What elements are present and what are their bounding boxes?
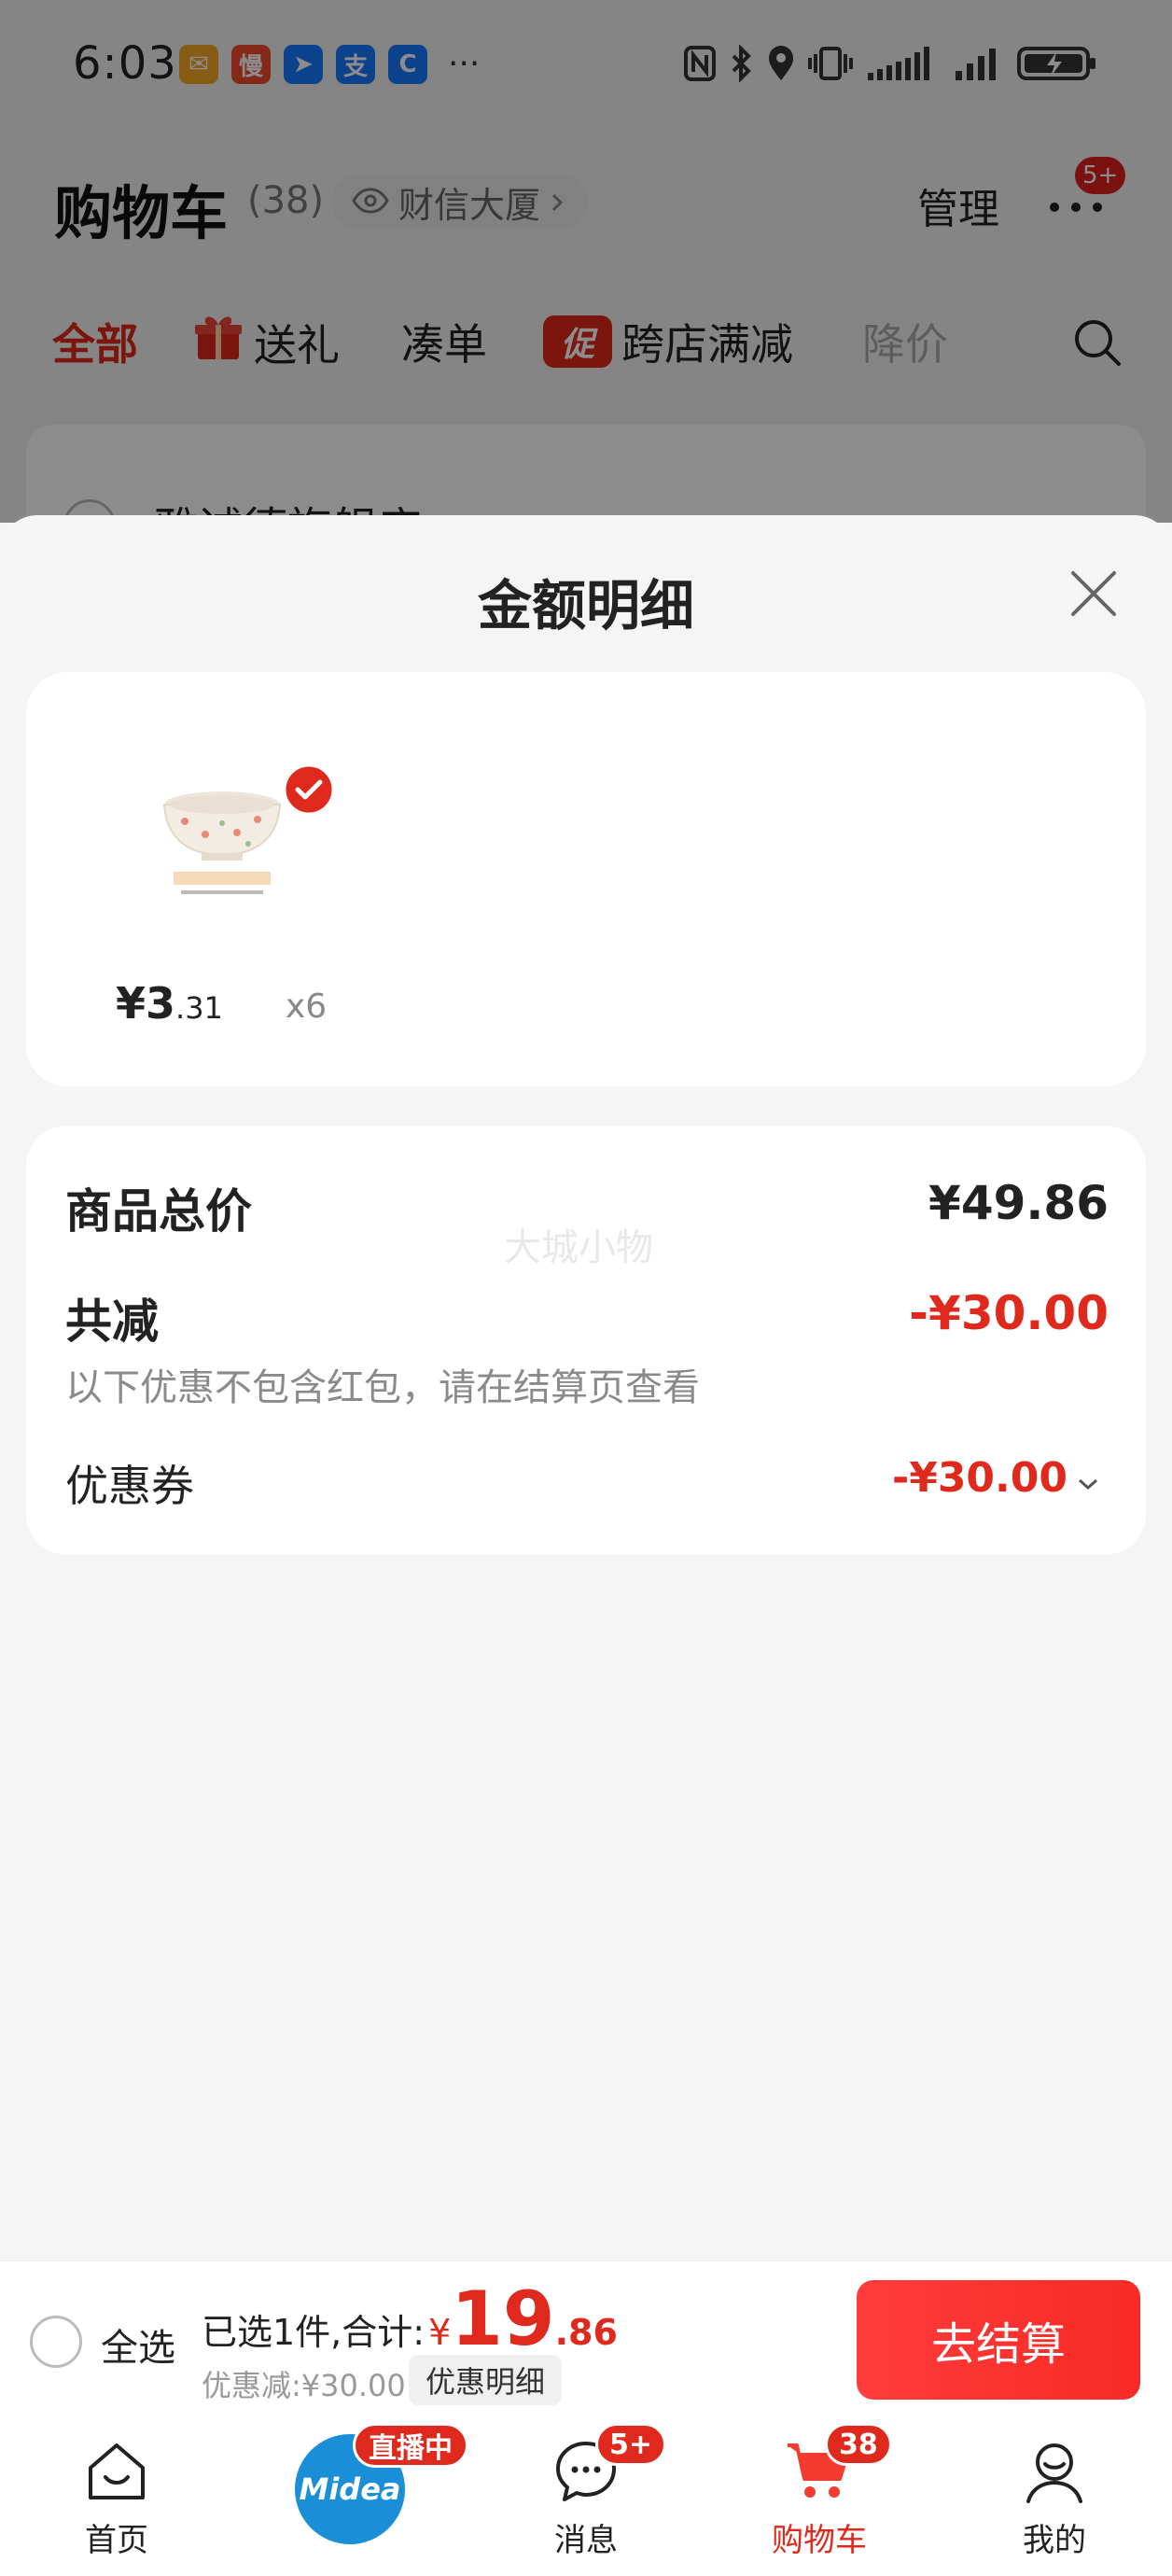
tab-label: 我的 <box>1023 2522 1086 2559</box>
checkout-button[interactable]: 去结算 <box>857 2280 1140 2400</box>
coupon-label: 优惠券 <box>65 1461 194 1511</box>
live-badge: 直播中 <box>353 2423 468 2468</box>
messages-badge: 5+ <box>595 2423 667 2466</box>
discount-label: 共减 <box>65 1295 159 1349</box>
select-all-radio[interactable] <box>30 2316 82 2368</box>
discount-note: 以下优惠不包含红包，请在结算页查看 <box>65 1366 700 1409</box>
tab-label: 购物车 <box>772 2522 867 2559</box>
tab-profile[interactable]: 我的 <box>961 2415 1148 2576</box>
tab-home[interactable]: 首页 <box>23 2415 210 2576</box>
checkout-bar: 全选 已选1件,合计: ¥ 19 .86 优惠减:¥30.00 优惠明细 去结算 <box>0 2261 1172 2415</box>
modal-dim-overlay[interactable] <box>0 0 1172 523</box>
tab-cart[interactable]: 38 购物车 <box>726 2415 913 2576</box>
tab-label: 消息 <box>554 2522 618 2559</box>
total-integer: 19 <box>451 2275 555 2362</box>
close-icon[interactable] <box>1064 564 1123 623</box>
tab-messages[interactable]: 5+ 消息 <box>493 2415 679 2576</box>
select-all-label[interactable]: 全选 <box>101 2317 175 2372</box>
total-price-value: ¥49.86 <box>928 1176 1109 1230</box>
product-quantity: x6 <box>286 987 328 1026</box>
home-icon <box>83 2438 150 2505</box>
currency-symbol: ¥ <box>428 2312 452 2353</box>
product-price: ¥3.31 <box>116 978 223 1029</box>
discount-detail-button[interactable]: 优惠明细 <box>409 2355 563 2405</box>
selected-items-card: ¥3.31 x6 <box>26 672 1146 1086</box>
price-decimal: .31 <box>175 990 223 1026</box>
coupon-expand-button[interactable]: -¥30.00 <box>892 1454 1099 1502</box>
chevron-down-icon <box>1077 1454 1099 1502</box>
check-circle-icon[interactable] <box>283 763 335 816</box>
product-item[interactable]: ¥3.31 x6 <box>82 728 335 1064</box>
watermark-text: 大城小物 <box>504 1226 653 1269</box>
price-integer: ¥3 <box>116 978 176 1029</box>
coupon-value: -¥30.00 <box>891 1454 1067 1502</box>
total-decimal: .86 <box>554 2312 618 2353</box>
tab-label: 首页 <box>85 2522 148 2559</box>
discount-summary: 优惠减:¥30.00 <box>202 2368 406 2403</box>
amount-detail-sheet: 金额明细 ¥3.31 x6 大城小物 商品总价 ¥49.86 共减 -¥30.0… <box>0 515 1172 2261</box>
sheet-title: 金额明细 <box>477 574 694 637</box>
selected-count-text: 已选1件,合计: <box>202 2312 426 2353</box>
discount-value: -¥30.00 <box>909 1286 1109 1340</box>
total-price-label: 商品总价 <box>65 1184 252 1239</box>
bowl-product-image <box>147 765 297 915</box>
cart-badge: 38 <box>825 2423 892 2466</box>
checkout-total: 已选1件,合计: ¥ 19 .86 <box>202 2282 618 2357</box>
bottom-tab-bar: 首页 Midea 直播中 5+ 消息 38 购物车 我的 <box>0 2415 1172 2576</box>
profile-icon <box>1021 2438 1088 2505</box>
price-summary-card: 大城小物 商品总价 ¥49.86 共减 -¥30.00 以下优惠不包含红包，请在… <box>26 1126 1146 1555</box>
